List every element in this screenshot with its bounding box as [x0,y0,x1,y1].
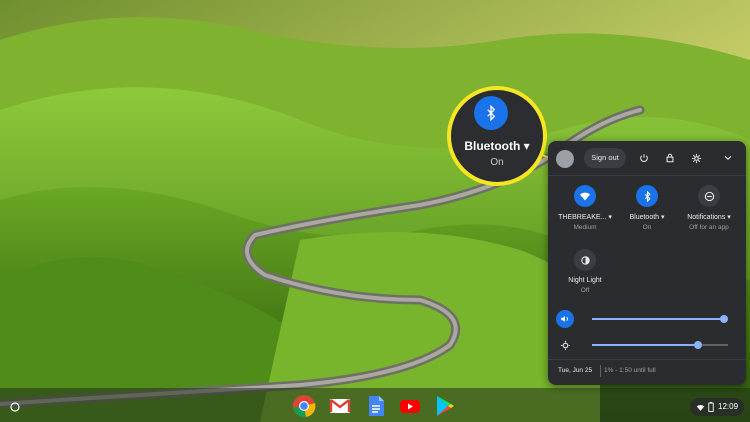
brightness-slider-row [556,335,740,355]
bluetooth-tile[interactable]: Bluetooth ▾ On [614,185,680,231]
divider [600,365,601,377]
bluetooth-state: On [642,224,652,231]
wifi-icon[interactable] [574,185,596,207]
avatar[interactable] [556,150,574,168]
night-light-icon[interactable] [574,249,596,271]
callout-state: On [490,157,504,168]
brightness-slider-thumb[interactable] [694,341,703,349]
volume-slider[interactable] [592,315,728,323]
dropdown-arrow-icon: ▾ [608,214,612,221]
divider [548,359,746,360]
notifications-state: Off for an app [689,224,729,231]
dropdown-arrow-icon: ▾ [523,139,530,153]
quick-settings-panel: Sign out THEBREAKE... ▾ Medium Bluetooth… [548,141,746,385]
date-label[interactable]: Tue, Jun 25 [558,367,592,374]
gear-icon[interactable] [686,148,706,168]
bluetooth-callout: Bluetooth ▾ On [447,86,547,186]
dropdown-arrow-icon: ▾ [661,214,665,221]
night-light-state: Off [580,287,590,294]
notifications-label[interactable]: Notifications ▾ [676,213,742,221]
notifications-tile[interactable]: Notifications ▾ Off for an app [676,185,742,231]
volume-slider-fill [592,318,724,320]
volume-slider-thumb[interactable] [719,315,728,323]
lock-icon[interactable] [660,148,680,168]
gmail-icon[interactable] [328,394,352,418]
power-icon[interactable] [634,148,654,168]
night-light-label[interactable]: Night Light [552,277,618,284]
brightness-slider-fill [592,344,699,346]
chevron-down-icon[interactable] [718,148,738,168]
bluetooth-icon [474,96,508,130]
status-tray[interactable]: 12:09 [690,398,744,416]
play-store-icon[interactable] [433,394,457,418]
night-light-tile[interactable]: Night Light Off [552,249,618,294]
wifi-icon [696,404,705,411]
clock: 12:09 [718,402,739,411]
wifi-network-name[interactable]: THEBREAKE... ▾ [552,213,618,221]
brightness-icon [556,336,574,354]
youtube-icon[interactable] [398,394,422,418]
bluetooth-label[interactable]: Bluetooth ▾ [614,213,680,221]
launcher-button[interactable] [6,398,24,416]
docs-icon[interactable] [364,394,388,418]
volume-slider-row [556,309,740,329]
wifi-tile[interactable]: THEBREAKE... ▾ Medium [552,185,618,231]
brightness-slider[interactable] [592,341,728,349]
chrome-icon[interactable] [292,394,316,418]
battery-status: 1% - 1:50 until full [604,367,656,374]
dropdown-arrow-icon: ▾ [727,214,731,221]
callout-label: Bluetooth ▾ [464,139,530,153]
divider [548,175,746,176]
sign-out-button[interactable]: Sign out [584,148,626,168]
battery-icon [708,402,714,412]
wifi-strength: Medium [573,224,597,231]
bluetooth-icon[interactable] [636,185,658,207]
volume-icon[interactable] [556,310,574,328]
notifications-icon[interactable] [698,185,720,207]
